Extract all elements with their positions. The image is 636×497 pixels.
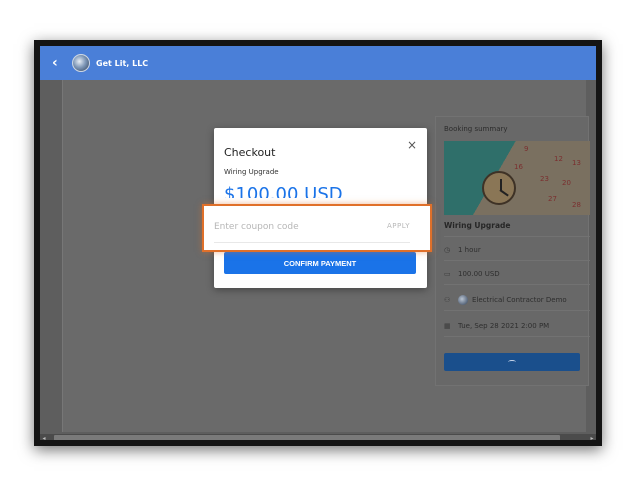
calendar-number: 13	[572, 159, 581, 167]
horizontal-scrollbar[interactable]: ◂ ▸	[40, 434, 596, 441]
summary-duration-row: ◷ 1 hour	[444, 239, 590, 261]
scroll-left-icon[interactable]: ◂	[40, 435, 48, 441]
summary-price: 100.00 USD	[458, 269, 500, 278]
summary-provider-row: ⚇ Electrical Contractor Demo	[444, 289, 590, 311]
coupon-field-highlight: APPLY	[202, 204, 432, 252]
app-header: ‹ Get Lit, LLC	[40, 46, 596, 80]
summary-service: Wiring Upgrade	[444, 221, 511, 230]
scrollbar-thumb[interactable]	[54, 435, 560, 440]
confirm-payment-button[interactable]: CONFIRM PAYMENT	[224, 252, 416, 274]
summary-datetime-row: ▦ Tue, Sep 28 2021 2:00 PM	[444, 315, 590, 337]
scroll-right-icon[interactable]: ▸	[588, 435, 596, 441]
coupon-underline	[214, 242, 410, 243]
clock-image	[482, 171, 516, 205]
coupon-input[interactable]	[214, 216, 364, 238]
summary-service-row: Wiring Upgrade	[444, 215, 590, 237]
summary-datetime: Tue, Sep 28 2021 2:00 PM	[458, 321, 550, 330]
checkout-service: Wiring Upgrade	[224, 168, 279, 176]
summary-title: Booking summary	[444, 125, 508, 133]
calendar-number: 27	[548, 195, 557, 203]
close-icon[interactable]: ×	[407, 138, 417, 152]
calendar-icon: ▦	[444, 321, 451, 330]
page-background: Booking summary 9 16 23 20 27 28 12 13 W…	[40, 80, 596, 440]
people-icon: ⚇	[444, 295, 451, 304]
summary-duration: 1 hour	[458, 245, 481, 254]
summary-loading-button[interactable]	[444, 353, 580, 371]
calendar-number: 23	[540, 175, 549, 183]
clock-icon: ◷	[444, 245, 451, 254]
card-icon: ▭	[444, 269, 451, 278]
calendar-number: 28	[572, 201, 581, 209]
browser-window: ‹ Get Lit, LLC Booking summary 9 16 23 2…	[34, 40, 602, 446]
calendar-number: 12	[554, 155, 563, 163]
checkout-price: $100.00 USD	[224, 184, 343, 198]
business-name: Get Lit, LLC	[96, 58, 149, 68]
calendar-number: 9	[524, 145, 529, 153]
back-arrow-icon[interactable]: ‹	[52, 46, 66, 80]
service-image: 9 16 23 20 27 28 12 13	[444, 141, 590, 215]
business-avatar	[72, 54, 90, 72]
apply-coupon-button[interactable]: APPLY	[387, 222, 410, 230]
checkout-title: Checkout	[224, 146, 276, 159]
calendar-number: 20	[562, 179, 571, 187]
spinner-icon	[508, 360, 516, 364]
calendar-number: 16	[514, 163, 523, 171]
booking-summary-card: Booking summary 9 16 23 20 27 28 12 13 W…	[435, 116, 590, 386]
summary-provider: Electrical Contractor Demo	[472, 295, 567, 304]
summary-price-row: ▭ 100.00 USD	[444, 263, 590, 285]
provider-avatar	[458, 294, 468, 305]
